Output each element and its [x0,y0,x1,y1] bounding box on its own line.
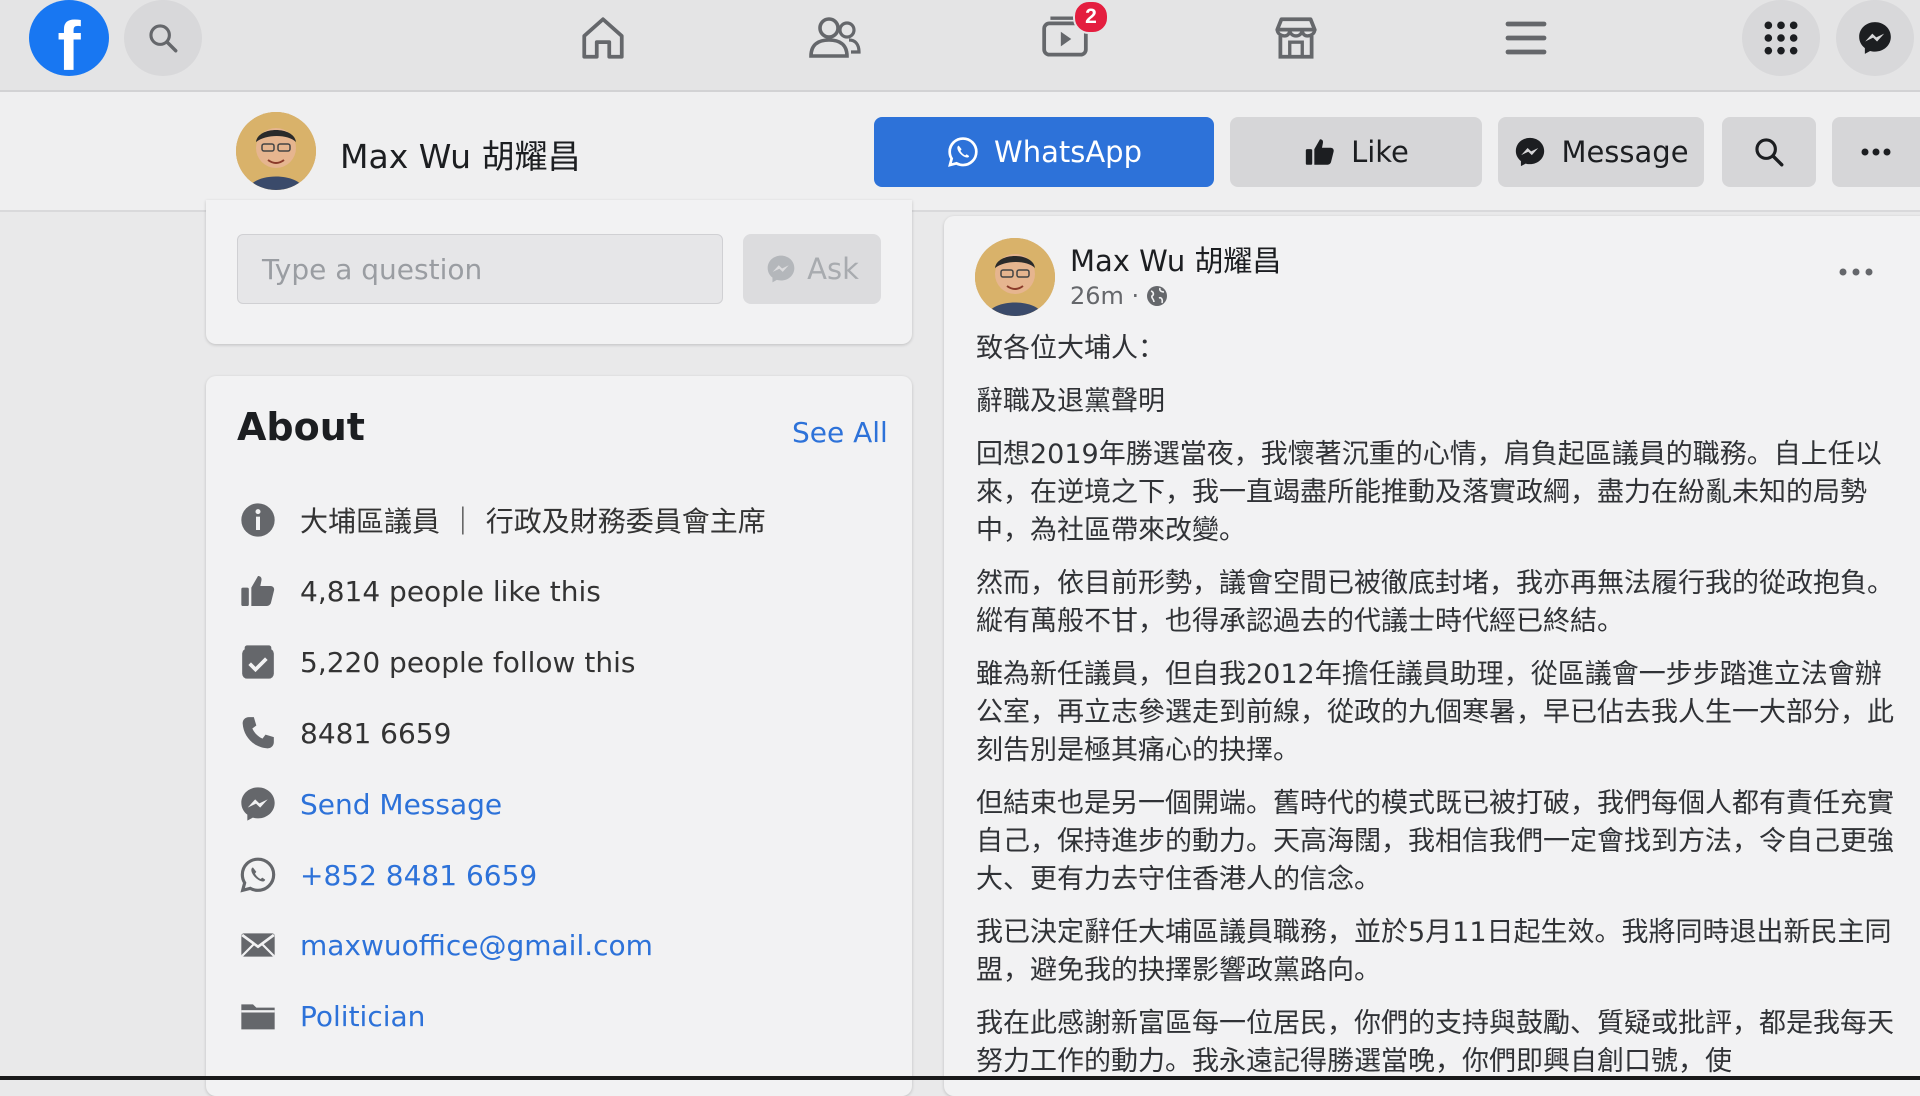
messenger-button[interactable] [1836,0,1914,76]
about-item-category[interactable]: Politician [236,993,425,1039]
grid-icon [1764,21,1798,55]
notification-badge: 2 [1073,0,1109,34]
facebook-logo-icon[interactable]: f [29,0,109,76]
post-text: 致各位大埔人： 辭職及退黨聲明 回想2019年勝選當夜，我懷著沉重的心情，肩負起… [976,330,1894,1096]
post-paragraph: 回想2019年勝選當夜，我懷著沉重的心情，肩負起區議員的職務。自上任以來，在逆境… [976,439,1882,546]
see-all-link[interactable]: See All [792,416,888,449]
message-button-label: Message [1561,135,1689,169]
about-item-phone: 8481 6659 [236,710,451,756]
page-search-button[interactable] [1722,117,1816,187]
about-item-email[interactable]: maxwuoffice@gmail.com [236,922,653,968]
messenger-icon [1516,137,1545,167]
search-icon [149,24,178,53]
post-author-name[interactable]: Max Wu 胡耀昌 [1070,238,1281,280]
about-item-description: 大埔區議員 ｜ 行政及財務委員會主席 [236,497,766,543]
whatsapp-button-label: WhatsApp [994,135,1142,169]
nav-friends[interactable] [805,8,865,68]
post-paragraph: 但結束也是另一個開端。舊時代的模式既已被打破，我們每個人都有責任充實自己，保持進… [976,788,1894,895]
messenger-icon [767,255,795,283]
post-options-button[interactable] [1838,262,1878,288]
hamburger-menu-icon [1505,21,1547,55]
about-heading: About [237,405,365,449]
email-icon [236,923,280,967]
profile-photo-icon [236,112,316,190]
messenger-icon [236,782,280,826]
post-paragraph: 辭職及退黨聲明 [976,386,1165,417]
nav-home[interactable] [573,8,633,68]
post-author-avatar[interactable] [975,238,1055,316]
messenger-icon [1859,22,1891,54]
post-paragraph: 我在此感謝新富區每一位居民，你們的支持與鼓勵、質疑或批評，都是我每天努力工作的動… [976,1008,1894,1077]
whatsapp-icon [236,853,280,897]
apps-menu-button[interactable] [1742,0,1820,76]
search-button[interactable] [124,0,202,76]
more-dots-icon [1839,268,1873,276]
nav-menu[interactable] [1496,8,1556,68]
thumbs-up-icon [236,569,280,613]
avatar[interactable] [236,112,316,190]
question-input[interactable]: Type a question [237,234,723,304]
ask-button-label: Ask [807,252,859,286]
phone-icon [236,711,280,755]
about-item-followers: 5,220 people follow this [236,639,635,685]
globe-icon [1147,286,1168,306]
more-options-button[interactable] [1832,117,1920,187]
message-button[interactable]: Message [1498,117,1704,187]
post-paragraph: 我已決定辭任大埔區議員職務，並於5月11日起生效。我將同時退出新民主同盟，避免我… [976,917,1892,986]
thumbs-up-icon [1305,139,1334,165]
post-time[interactable]: 26m · [1070,282,1139,310]
ask-button[interactable]: Ask [743,234,881,304]
whatsapp-icon [948,137,978,167]
post-timestamp: 26m · [1070,282,1169,310]
page-title: Max Wu 胡耀昌 [340,137,581,176]
about-item-likes: 4,814 people like this [236,568,601,614]
post-paragraph: 然而，依目前形勢，議會空間已被徹底封堵，我亦再無法履行我的從政抱負。縱有萬般不甘… [976,568,1894,637]
like-button-label: Like [1351,135,1409,169]
whatsapp-button[interactable]: WhatsApp [874,117,1214,187]
home-icon [582,17,624,59]
nav-watch[interactable]: 2 [1035,0,1109,68]
profile-photo-icon [975,238,1055,316]
search-icon [1755,138,1784,167]
category-icon [236,994,280,1038]
more-dots-icon [1861,148,1891,156]
like-button[interactable]: Like [1230,117,1482,187]
post-paragraph: 致各位大埔人： [976,333,1165,364]
screen-bottom-edge [0,1076,1920,1080]
marketplace-icon [1275,17,1317,59]
top-navigation-bar: f 2 [0,0,1920,92]
follow-icon [236,640,280,684]
post-paragraph: 雖為新任議員，但自我2012年擔任議員助理，從區議會一步步踏進立法會辦公室，再立… [976,659,1894,766]
page-header-bar: Max Wu 胡耀昌 WhatsApp Like Message [0,92,1920,212]
friends-icon [809,17,861,58]
about-item-send-message[interactable]: Send Message [236,781,502,827]
info-icon [236,498,280,542]
nav-marketplace[interactable] [1266,8,1326,68]
about-item-whatsapp[interactable]: +852 8481 6659 [236,852,537,898]
